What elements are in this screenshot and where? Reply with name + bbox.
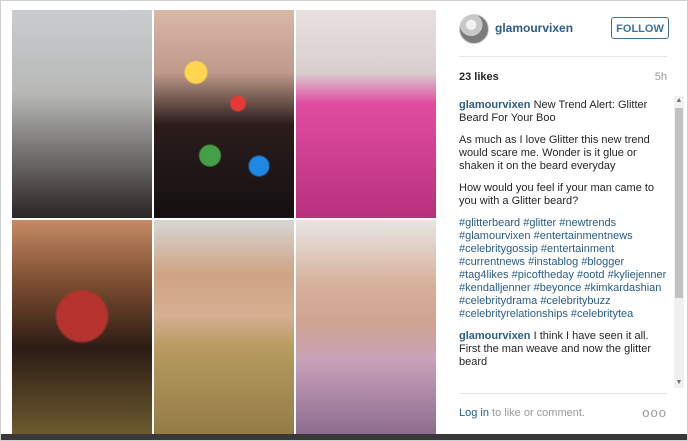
window-bottom-border <box>1 434 687 440</box>
caption-paragraph: As much as I love Glitter this new trend… <box>459 134 650 172</box>
comments-scrollbar[interactable]: ▲ ▼ <box>674 96 684 388</box>
divider <box>459 56 667 57</box>
comments-list: glamourvixen New Trend Alert: Glitter Be… <box>459 99 667 387</box>
collage-divider <box>294 10 296 434</box>
post-username[interactable]: glamourvixen <box>495 21 573 35</box>
comment-item: glamourvixen I think I have seen it all.… <box>459 330 667 369</box>
image-tile-5 <box>154 220 294 434</box>
caption: glamourvixen New Trend Alert: Glitter Be… <box>459 99 667 321</box>
caption-username[interactable]: glamourvixen <box>459 99 531 111</box>
login-prompt: Log in to like or comment. <box>459 407 585 419</box>
likes-count[interactable]: 23 likes <box>459 71 499 83</box>
login-link[interactable]: Log in <box>459 407 489 419</box>
scroll-up-arrow-icon[interactable]: ▲ <box>675 97 683 105</box>
image-tile-6 <box>296 220 436 434</box>
collage-divider <box>152 10 154 434</box>
scroll-down-arrow-icon[interactable]: ▼ <box>675 379 683 387</box>
image-tile-2 <box>154 10 294 218</box>
comment-username[interactable]: glamourvixen <box>459 330 531 342</box>
login-suffix: to like or comment. <box>488 407 585 419</box>
image-tile-1 <box>12 10 152 218</box>
post-sidebar: glamourvixen FOLLOW 23 likes 5h glamourv… <box>447 1 684 435</box>
avatar[interactable] <box>459 14 489 44</box>
divider <box>459 393 667 394</box>
image-tile-3 <box>296 10 436 218</box>
follow-button[interactable]: FOLLOW <box>611 17 669 39</box>
more-options-icon[interactable]: ooo <box>642 405 667 420</box>
post-window: glamourvixen FOLLOW 23 likes 5h glamourv… <box>0 0 688 441</box>
caption-paragraph: How would you feel if your man came to y… <box>459 182 655 207</box>
post-image-collage[interactable] <box>12 10 436 434</box>
post-time: 5h <box>654 71 667 83</box>
collage-divider <box>12 218 436 220</box>
scrollbar-thumb[interactable] <box>675 108 683 298</box>
caption-hashtags[interactable]: #glitterbeard #glitter #newtrends #glamo… <box>459 217 667 321</box>
image-tile-4 <box>12 220 152 434</box>
